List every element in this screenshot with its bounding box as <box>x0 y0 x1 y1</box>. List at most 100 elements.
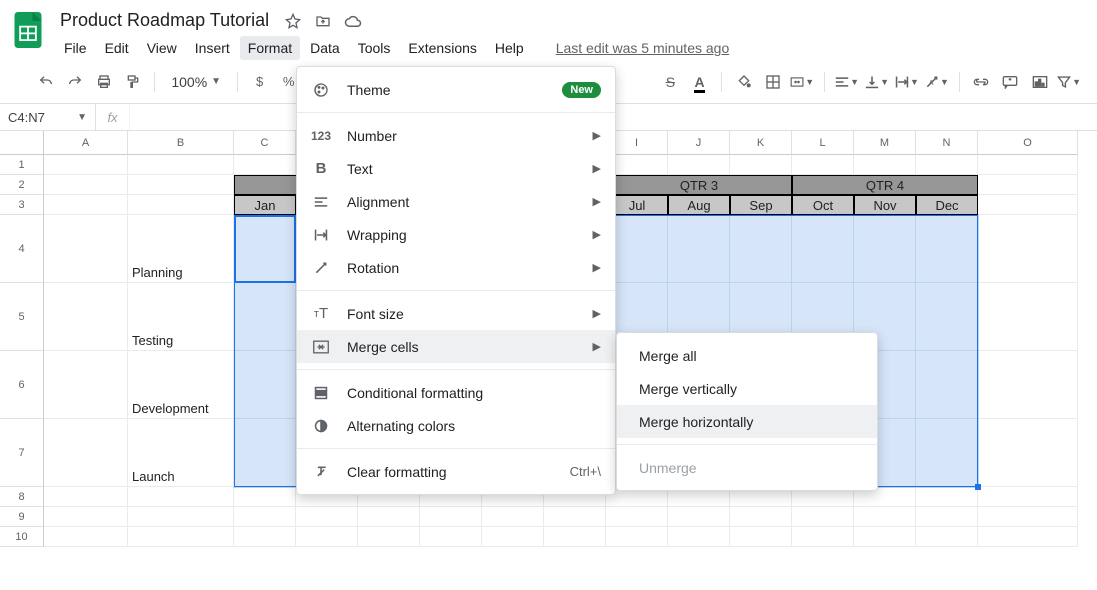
cell[interactable] <box>792 155 854 175</box>
cell[interactable] <box>792 215 854 283</box>
col-header[interactable]: N <box>916 131 978 155</box>
cell[interactable] <box>978 507 1078 527</box>
cell[interactable] <box>916 351 978 419</box>
cell[interactable] <box>730 215 792 283</box>
menu-insert[interactable]: Insert <box>187 36 238 60</box>
cloud-icon[interactable] <box>343 11 363 31</box>
cell[interactable] <box>916 215 978 283</box>
menu-file[interactable]: File <box>56 36 95 60</box>
cell[interactable] <box>44 215 128 283</box>
row-header[interactable]: 9 <box>0 507 44 527</box>
paint-format-icon[interactable] <box>121 70 144 94</box>
cell[interactable] <box>544 507 606 527</box>
cell[interactable] <box>420 527 482 547</box>
zoom-select[interactable]: 100%▼ <box>165 74 227 90</box>
cell[interactable] <box>420 507 482 527</box>
rotate-icon[interactable]: A▼ <box>925 70 949 94</box>
cell[interactable] <box>128 527 234 547</box>
menu-help[interactable]: Help <box>487 36 532 60</box>
cell[interactable] <box>358 527 420 547</box>
menu-rotation[interactable]: Rotation ▶ <box>297 251 615 284</box>
cell[interactable] <box>482 507 544 527</box>
qtr-header[interactable]: QTR 3 <box>606 175 792 195</box>
menu-number[interactable]: 123 Number ▶ <box>297 119 615 152</box>
cell[interactable] <box>668 155 730 175</box>
cell[interactable] <box>128 175 234 195</box>
cell[interactable] <box>854 527 916 547</box>
cell[interactable] <box>358 507 420 527</box>
doc-title[interactable]: Product Roadmap Tutorial <box>56 8 273 33</box>
cell[interactable] <box>128 195 234 215</box>
row-label[interactable]: Launch <box>128 419 234 487</box>
cell[interactable] <box>44 487 128 507</box>
col-header[interactable]: O <box>978 131 1078 155</box>
name-box[interactable]: C4:N7 ▼ <box>0 104 96 130</box>
cell[interactable] <box>916 283 978 351</box>
menu-merge-cells[interactable]: Merge cells ▶ <box>297 330 615 363</box>
cell[interactable] <box>792 527 854 547</box>
comment-icon[interactable] <box>999 70 1022 94</box>
cell[interactable] <box>978 419 1078 487</box>
menu-merge-horizontally[interactable]: Merge horizontally <box>617 405 877 438</box>
menu-wrapping[interactable]: Wrapping ▶ <box>297 218 615 251</box>
cell[interactable] <box>730 507 792 527</box>
month-header[interactable]: Oct <box>792 195 854 215</box>
menu-alternating[interactable]: Alternating colors <box>297 409 615 442</box>
row-header[interactable]: 5 <box>0 283 44 351</box>
cell[interactable] <box>44 283 128 351</box>
col-header[interactable]: L <box>792 131 854 155</box>
menu-alignment[interactable]: Alignment ▶ <box>297 185 615 218</box>
cell[interactable] <box>668 527 730 547</box>
halign-icon[interactable]: ▼ <box>835 70 859 94</box>
strikethrough-icon[interactable]: S <box>659 70 682 94</box>
row-header[interactable]: 4 <box>0 215 44 283</box>
cell[interactable] <box>854 215 916 283</box>
cell[interactable] <box>234 487 296 507</box>
cell[interactable] <box>978 527 1078 547</box>
cell[interactable] <box>916 419 978 487</box>
menu-extensions[interactable]: Extensions <box>400 36 484 60</box>
cell[interactable] <box>44 507 128 527</box>
cell[interactable] <box>978 195 1078 215</box>
cell[interactable] <box>978 155 1078 175</box>
text-color-icon[interactable]: A <box>688 70 711 94</box>
cell[interactable] <box>916 507 978 527</box>
qtr-header[interactable]: QTR 4 <box>792 175 978 195</box>
cell[interactable] <box>916 487 978 507</box>
cell[interactable] <box>44 527 128 547</box>
row-header[interactable]: 6 <box>0 351 44 419</box>
menu-fontsize[interactable]: тT Font size ▶ <box>297 297 615 330</box>
cell[interactable] <box>978 283 1078 351</box>
cell[interactable] <box>128 487 234 507</box>
star-icon[interactable] <box>283 11 303 31</box>
month-header[interactable]: Sep <box>730 195 792 215</box>
wrap-icon[interactable]: ▼ <box>895 70 919 94</box>
menu-merge-vertically[interactable]: Merge vertically <box>617 372 877 405</box>
cell[interactable] <box>44 175 128 195</box>
month-header[interactable]: Aug <box>668 195 730 215</box>
sheets-logo[interactable] <box>10 8 46 52</box>
cell[interactable] <box>482 527 544 547</box>
cell[interactable] <box>916 527 978 547</box>
row-header[interactable]: 3 <box>0 195 44 215</box>
cell[interactable] <box>128 507 234 527</box>
redo-icon[interactable] <box>63 70 86 94</box>
borders-icon[interactable] <box>761 70 784 94</box>
col-header[interactable]: J <box>668 131 730 155</box>
cell[interactable] <box>854 155 916 175</box>
month-header[interactable]: Nov <box>854 195 916 215</box>
cell[interactable] <box>978 215 1078 283</box>
link-icon[interactable] <box>970 70 993 94</box>
col-header[interactable]: B <box>128 131 234 155</box>
col-header[interactable]: C <box>234 131 296 155</box>
move-icon[interactable] <box>313 11 333 31</box>
col-header[interactable]: K <box>730 131 792 155</box>
menu-merge-all[interactable]: Merge all <box>617 339 877 372</box>
last-edit-link[interactable]: Last edit was 5 minutes ago <box>548 36 738 60</box>
cell[interactable] <box>978 175 1078 195</box>
cell[interactable] <box>978 351 1078 419</box>
row-header[interactable]: 2 <box>0 175 44 195</box>
row-header[interactable]: 8 <box>0 487 44 507</box>
row-header[interactable]: 1 <box>0 155 44 175</box>
cell[interactable] <box>234 419 296 487</box>
